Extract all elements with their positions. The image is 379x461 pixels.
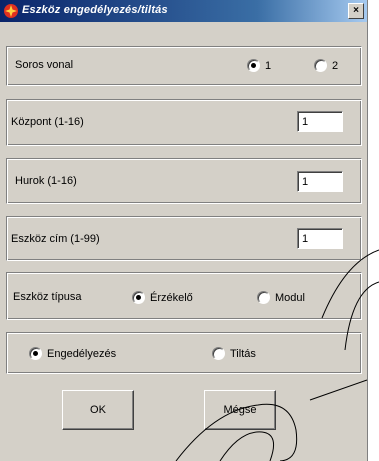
mode-option-disable[interactable]: Tiltás xyxy=(212,347,256,360)
device-type-group: Eszköz típusa Érzékelő Modul xyxy=(6,272,362,320)
device-type-label: Eszköz típusa xyxy=(13,291,82,303)
address-group: Eszköz cím (1-99) 1 xyxy=(6,216,362,261)
ok-button[interactable]: OK xyxy=(62,390,134,430)
device-type-option-module-label: Modul xyxy=(275,291,305,304)
mode-option-disable-label: Tiltás xyxy=(230,347,256,360)
serial-line-label: Soros vonal xyxy=(15,59,74,71)
device-type-option-module[interactable]: Modul xyxy=(257,291,305,304)
serial-option-1-label: 1 xyxy=(265,59,272,72)
radio-unselected-icon xyxy=(257,291,270,304)
close-icon: × xyxy=(353,5,359,16)
mode-option-enable[interactable]: Engedélyezés xyxy=(29,347,116,360)
serial-option-2[interactable]: 2 xyxy=(314,59,338,72)
radio-unselected-icon xyxy=(314,59,327,72)
radio-selected-icon xyxy=(132,291,145,304)
loop-group: Hurok (1-16) 1 xyxy=(6,158,362,204)
serial-line-group: Soros vonal 1 2 xyxy=(6,46,362,86)
mode-group: Engedélyezés Tiltás xyxy=(6,332,362,374)
address-label: Eszköz cím (1-99) xyxy=(11,233,100,245)
central-group: Központ (1-16) 1 xyxy=(6,99,362,146)
mode-option-enable-label: Engedélyezés xyxy=(47,347,117,360)
radio-unselected-icon xyxy=(212,347,225,360)
close-button[interactable]: × xyxy=(348,3,364,19)
dialog-window: Eszköz engedélyezés/tiltás × Soros vonal… xyxy=(0,0,368,461)
radio-selected-icon xyxy=(29,347,42,360)
central-input[interactable]: 1 xyxy=(297,111,343,132)
device-type-option-sensor-label: Érzékelő xyxy=(150,291,193,304)
serial-option-1[interactable]: 1 xyxy=(247,59,271,72)
radio-selected-icon xyxy=(247,59,260,72)
cancel-button[interactable]: Mégse xyxy=(204,390,276,430)
central-label: Központ (1-16) xyxy=(11,116,84,128)
loop-input[interactable]: 1 xyxy=(297,171,343,192)
address-input[interactable]: 1 xyxy=(297,228,343,249)
serial-option-2-label: 2 xyxy=(332,59,339,72)
window-title: Eszköz engedélyezés/tiltás xyxy=(22,4,168,16)
title-bar[interactable]: Eszköz engedélyezés/tiltás × xyxy=(0,0,367,22)
loop-label: Hurok (1-16) xyxy=(15,175,77,187)
device-type-option-sensor[interactable]: Érzékelő xyxy=(132,291,193,304)
app-icon xyxy=(4,4,18,18)
